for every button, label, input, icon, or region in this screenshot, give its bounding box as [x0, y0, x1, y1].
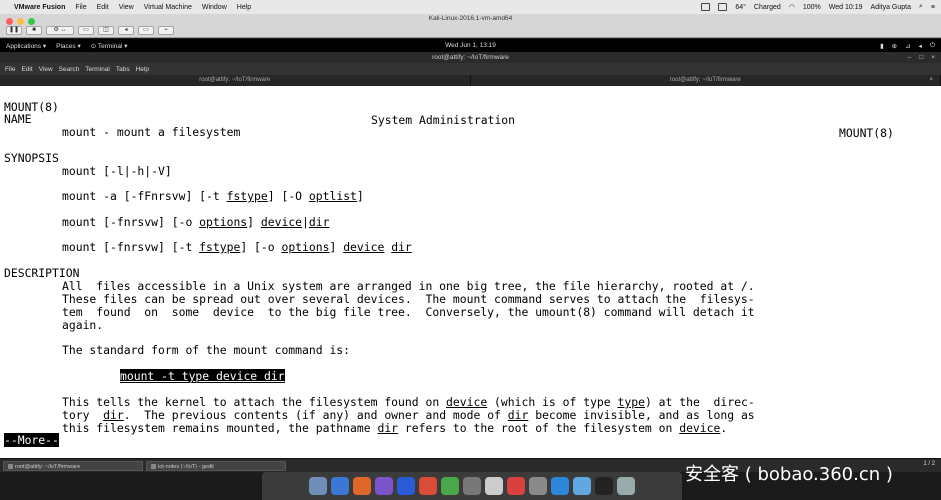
app-icon[interactable]	[507, 477, 525, 495]
settings-icon[interactable]: ⚙ ↔	[46, 26, 74, 35]
accessibility-icon[interactable]: ⊕	[892, 42, 897, 50]
usb-icon[interactable]: ⌁	[158, 26, 174, 35]
app-icon[interactable]	[551, 477, 569, 495]
app-icon[interactable]	[419, 477, 437, 495]
pause-icon[interactable]: ❚❚	[6, 26, 22, 35]
terminal-menu-tabs[interactable]: Tabs	[116, 66, 130, 73]
terminal-menu-file[interactable]: File	[5, 66, 15, 73]
maximize-icon[interactable]: □	[919, 52, 923, 63]
synopsis-line: mount [-fnrsvw] [-t fstype] [-o options]…	[62, 240, 412, 254]
network-icon[interactable]: ⊿	[905, 42, 910, 50]
mac-menubar: VMware Fusion File Edit View Virtual Mac…	[0, 0, 941, 14]
app-icon[interactable]	[463, 477, 481, 495]
user-name[interactable]: Aditya Gupta	[871, 4, 911, 11]
menu-virtual-machine[interactable]: Virtual Machine	[144, 4, 192, 11]
stop-icon[interactable]: ■	[26, 26, 42, 35]
name-line: mount - mount a filesystem	[62, 125, 241, 139]
gedit-icon	[151, 463, 156, 469]
app-icon[interactable]	[485, 477, 503, 495]
menu-help[interactable]: Help	[237, 4, 251, 11]
firefox-icon[interactable]	[353, 477, 371, 495]
terminal-titlebar: root@attify: ~/IoT/firmware – □ ×	[0, 52, 941, 63]
app-menu-vmware[interactable]: VMware Fusion	[14, 4, 65, 11]
section-heading-synopsis: SYNOPSIS	[4, 151, 59, 165]
terminal-menu-help[interactable]: Help	[136, 66, 149, 73]
trash-icon[interactable]	[617, 477, 635, 495]
vmware-window-title: Kali-Linux-2016.1-vm-amd64	[428, 15, 513, 22]
menu-view[interactable]: View	[119, 4, 134, 11]
synopsis-line: mount [-l|-h|-V]	[62, 164, 172, 178]
shared-folder-icon[interactable]: ◫	[98, 26, 114, 35]
app-icon[interactable]	[529, 477, 547, 495]
chrome-icon[interactable]	[441, 477, 459, 495]
man-header-right: MOUNT(8)	[839, 126, 894, 140]
synopsis-line: mount [-fnrsvw] [-o options] device|dir	[62, 215, 330, 229]
gnome-top-bar: Applications ▾ Places ▾ ⊙ Terminal ▾ Wed…	[0, 39, 941, 52]
mac-dock	[262, 472, 682, 500]
watermark: 安全客 ( bobao.360.cn )	[685, 464, 893, 485]
safari-icon[interactable]	[331, 477, 349, 495]
snapshot-icon[interactable]: ▭	[78, 26, 94, 35]
menu-edit[interactable]: Edit	[97, 4, 109, 11]
terminal-tabs: root@attify: ~/IoT/firmware root@attify:…	[0, 75, 941, 86]
terminal-title: root@attify: ~/IoT/firmware	[432, 54, 509, 61]
status-icon[interactable]	[701, 3, 711, 11]
terminal-menu-terminal[interactable]: Terminal	[85, 66, 110, 73]
terminal-menu-view[interactable]: View	[39, 66, 53, 73]
weather-temp[interactable]: 64°	[735, 4, 746, 11]
terminal-tab-1[interactable]: root@attify: ~/IoT/firmware	[0, 75, 471, 86]
finder-icon[interactable]	[309, 477, 327, 495]
places-menu[interactable]: Places ▾	[56, 42, 81, 50]
more-prompt[interactable]: --More--	[4, 433, 59, 447]
minimize-icon[interactable]: –	[908, 52, 912, 63]
menu-file[interactable]: File	[75, 4, 86, 11]
terminal-tab-2[interactable]: root@attify: ~/IoT/firmware	[471, 75, 941, 86]
applications-menu[interactable]: Applications ▾	[6, 42, 46, 50]
standard-command: mount -t type device dir	[120, 369, 285, 383]
terminal-window-controls: – □ ×	[908, 52, 935, 63]
description-line: again.	[62, 318, 104, 332]
terminal-icon	[8, 463, 13, 469]
network-icon[interactable]: ▭	[138, 26, 154, 35]
app-icon[interactable]	[573, 477, 591, 495]
workspace-pager[interactable]: 1 / 2	[923, 461, 935, 467]
power-icon[interactable]: ⏻	[930, 42, 935, 50]
terminal-menubar: File Edit View Search Terminal Tabs Help	[0, 63, 941, 75]
app-icon[interactable]	[375, 477, 393, 495]
terminal-dock-icon[interactable]	[595, 477, 613, 495]
search-icon[interactable]: ⌕	[919, 3, 923, 11]
man-header: MOUNT(8) System Administration MOUNT(8)	[4, 88, 937, 153]
terminal-content[interactable]: MOUNT(8) System Administration MOUNT(8) …	[0, 86, 941, 458]
menu-list-icon[interactable]: ≡	[931, 4, 935, 11]
standard-form-line: The standard form of the mount command i…	[62, 343, 351, 357]
gnome-status-area: ▮ ⊕ ⊿ ◂ ⏻	[880, 42, 935, 50]
volume-icon[interactable]: ◂	[919, 42, 922, 50]
taskbar-item-gedit[interactable]: iot-notes (~/IoT) - gedit	[146, 460, 286, 471]
terminal-menu-search[interactable]: Search	[59, 66, 80, 73]
taskbar-item-terminal[interactable]: root@attify: ~/IoT/firmware	[3, 460, 143, 471]
wifi-icon[interactable]: ◠	[789, 3, 795, 11]
section-heading-name: NAME	[4, 112, 32, 126]
gnome-clock[interactable]: Wed Jun 1, 13:19	[0, 42, 941, 49]
menu-window[interactable]: Window	[202, 4, 227, 11]
vmware-titlebar: Kali-Linux-2016.1-vm-amd64 ❚❚ ■ ⚙ ↔ ▭ ◫ …	[0, 14, 941, 38]
mac-status-area: 64° Charged ◠ 100% Wed 10:19 Aditya Gupt…	[701, 3, 935, 11]
description-line: this filesystem remains mounted, the pat…	[62, 421, 728, 435]
battery-status[interactable]: Charged	[754, 4, 781, 11]
status-icon[interactable]	[718, 3, 728, 11]
battery-percent[interactable]: 100%	[803, 4, 821, 11]
word-icon[interactable]	[397, 477, 415, 495]
close-icon[interactable]: ×	[931, 52, 935, 63]
close-tab-icon[interactable]: ×	[929, 75, 933, 86]
terminal-app-menu[interactable]: ⊙ Terminal ▾	[91, 42, 128, 50]
synopsis-line: mount -a [-fFnrsvw] [-t fstype] [-O optl…	[62, 189, 364, 203]
description-line: tem found on some device to the big file…	[62, 305, 755, 319]
workspace-icon[interactable]: ▮	[880, 42, 884, 50]
vmware-toolbar: ❚❚ ■ ⚙ ↔ ▭ ◫ ◂ ▭ ⌁	[6, 26, 174, 35]
mac-clock[interactable]: Wed 10:19	[829, 4, 863, 11]
sound-icon[interactable]: ◂	[118, 26, 134, 35]
man-header-center: System Administration	[371, 113, 516, 127]
terminal-menu-edit[interactable]: Edit	[21, 66, 32, 73]
